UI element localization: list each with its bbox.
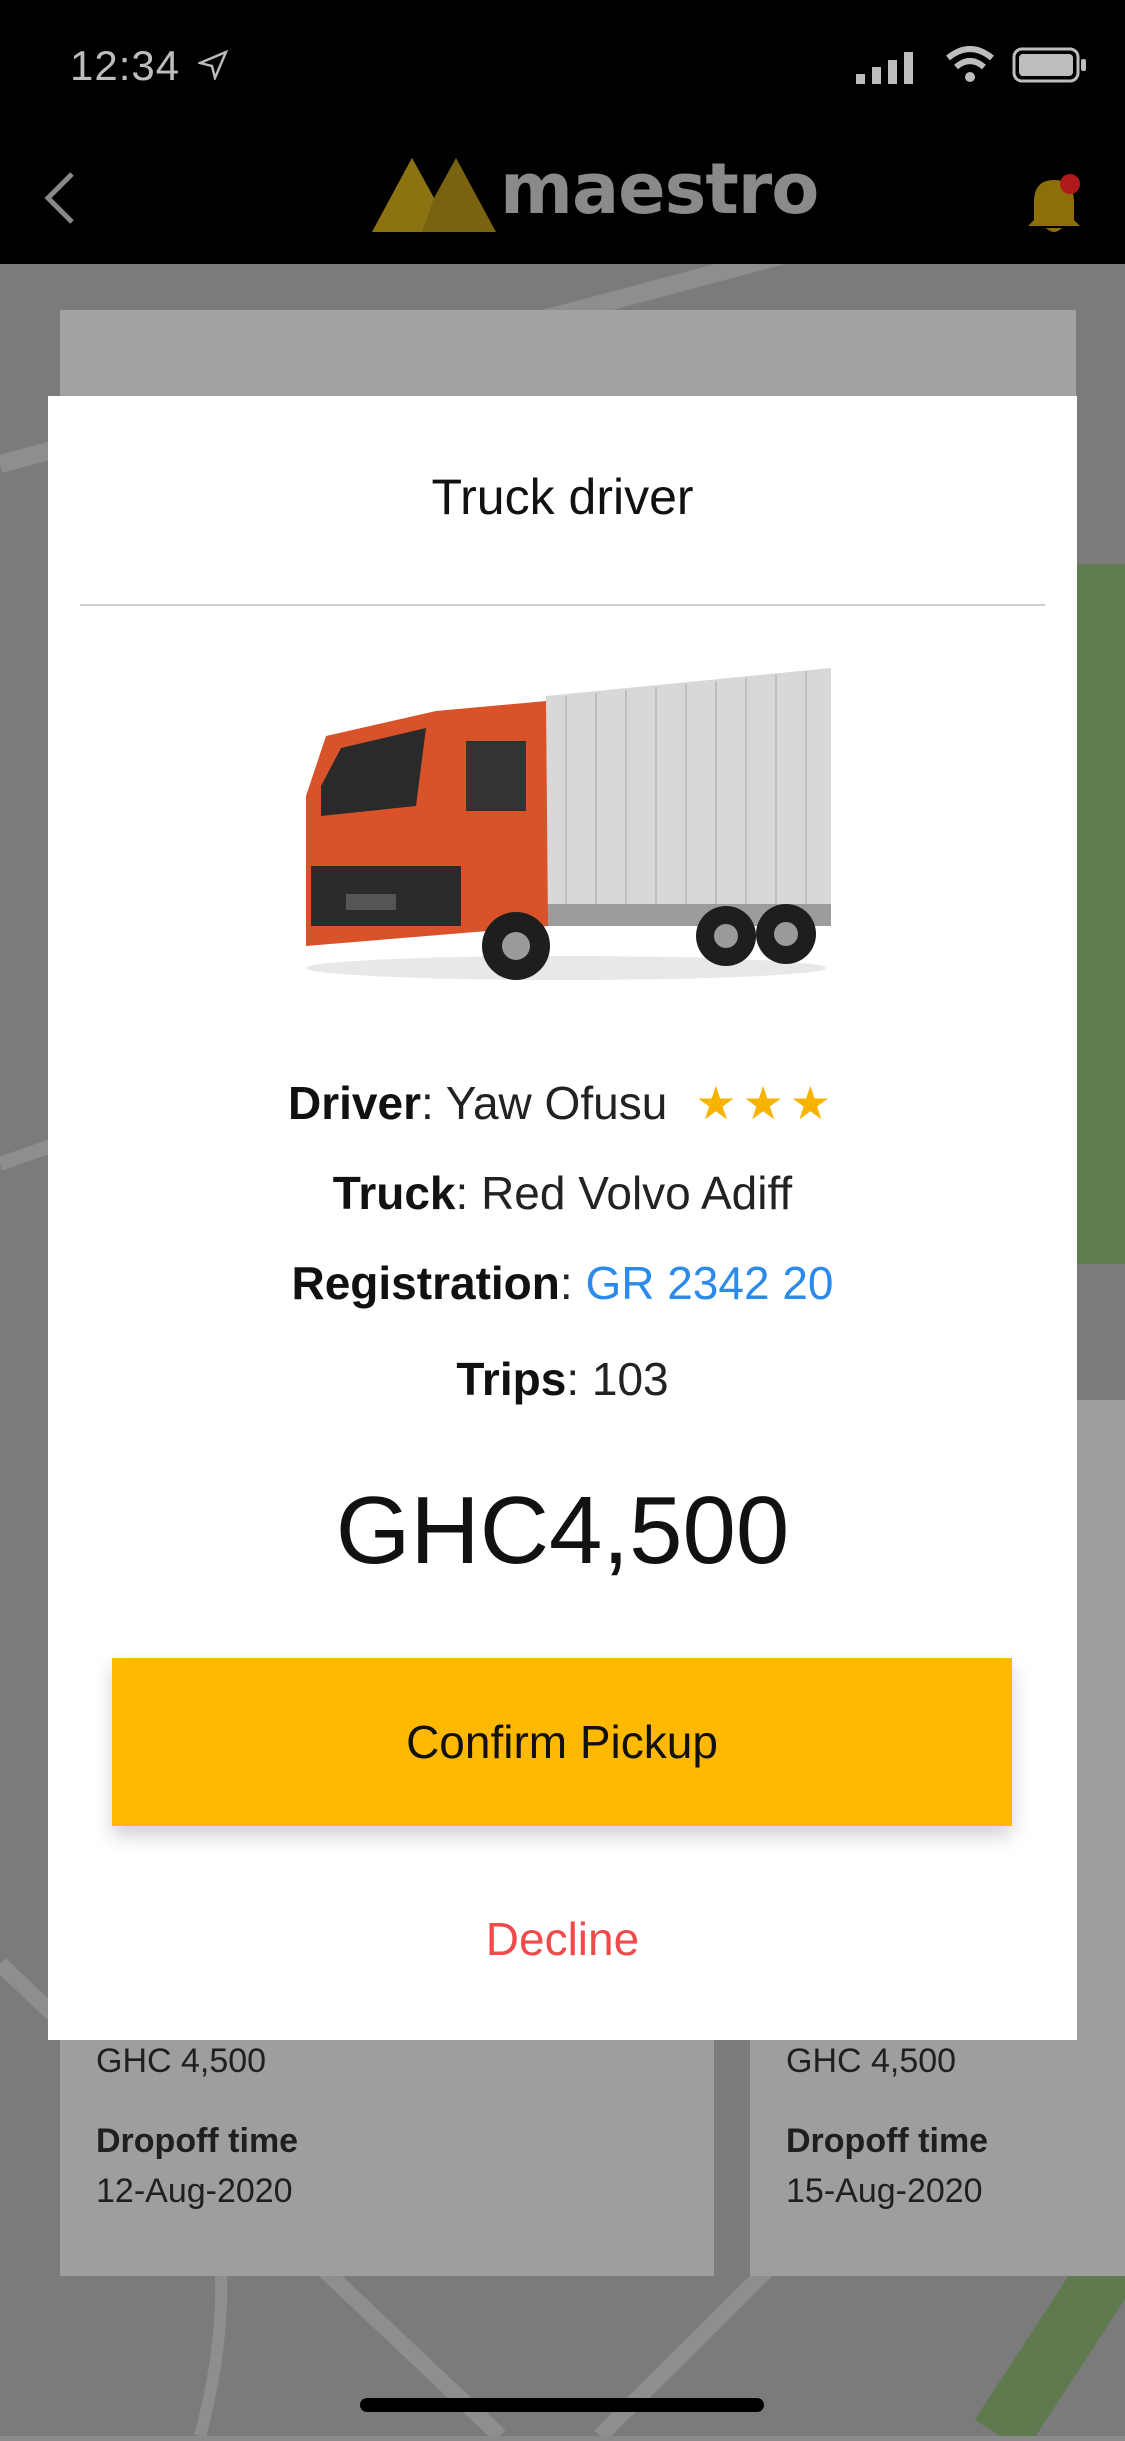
decline-button[interactable]: Decline [48, 1912, 1077, 1966]
bg-card-dropoff-label-left: Dropoff time [96, 2122, 299, 2160]
battery-icon [1012, 47, 1086, 83]
trips-row: Trips: 103 [456, 1353, 669, 1405]
modal-divider [80, 604, 1045, 606]
bg-card-price-right: GHC 4,500 [786, 2042, 957, 2080]
truck-row: Truck: Red Volvo Adiff [332, 1167, 793, 1219]
back-chevron-icon[interactable] [40, 168, 80, 228]
driver-row: Driver: Yaw Ofusu ★★★ [288, 1077, 837, 1129]
bg-card-price-left: GHC 4,500 [96, 2042, 267, 2080]
trips-label: Trips [456, 1353, 567, 1405]
status-time: 12:34 [70, 42, 181, 89]
rating-stars-icon: ★★★ [695, 1077, 837, 1129]
status-bar: 12:34 [0, 0, 1125, 132]
truck-image [306, 668, 831, 980]
registration-label: Registration [291, 1257, 560, 1309]
signal-icon [856, 52, 913, 84]
trips-value: 103 [591, 1353, 669, 1405]
driver-label: Driver [288, 1077, 421, 1129]
truck-name: Red Volvo Adiff [481, 1167, 793, 1219]
location-arrow-icon [198, 50, 228, 80]
registration-row: Registration: GR 2342 20 [291, 1257, 834, 1309]
bg-card-dropoff-date-left: 12-Aug-2020 [96, 2172, 293, 2210]
driver-name: Yaw Ofusu [445, 1077, 668, 1129]
brand-name: maestro [500, 148, 819, 230]
modal-title: Truck driver [431, 469, 694, 525]
bg-card-dropoff-label-right: Dropoff time [786, 2122, 989, 2160]
registration-link[interactable]: GR 2342 20 [585, 1257, 833, 1309]
home-indicator[interactable] [360, 2398, 764, 2412]
price-amount: GHC4,500 [335, 1477, 790, 1584]
bg-card-dropoff-date-right: 15-Aug-2020 [786, 2172, 983, 2210]
confirm-pickup-button[interactable]: Confirm Pickup [112, 1658, 1012, 1826]
wifi-icon [946, 46, 994, 82]
truck-label: Truck [332, 1167, 456, 1219]
notification-bell-icon[interactable] [1024, 170, 1084, 236]
truck-driver-modal: Truck driver Driver: Yaw Ofusu ★★★ Truck:… [48, 396, 1077, 2040]
